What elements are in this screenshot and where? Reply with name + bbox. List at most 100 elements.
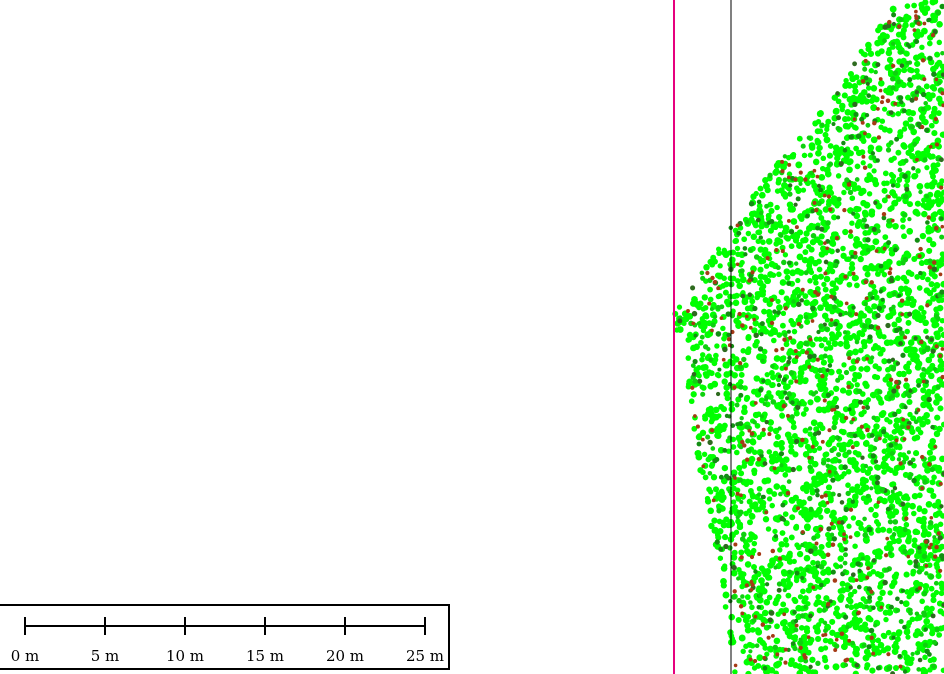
feature-point <box>929 515 934 520</box>
vegetation-point <box>812 120 819 127</box>
vegetation-point <box>837 524 844 532</box>
feature-point <box>753 614 758 619</box>
vegetation-point <box>889 189 896 196</box>
vegetation-point <box>872 238 880 246</box>
vegetation-point <box>922 319 929 327</box>
vegetation-point <box>889 481 895 488</box>
vegetation-point <box>928 113 935 120</box>
vegetation-point <box>717 263 723 269</box>
vegetation-point <box>925 225 932 232</box>
vegetation-point <box>796 550 804 558</box>
vegetation-point-dark <box>838 161 844 167</box>
point-cloud-layer <box>672 0 944 674</box>
vegetation-point <box>802 595 809 602</box>
vegetation-point <box>822 312 828 319</box>
vegetation-point-dark <box>788 183 793 188</box>
vegetation-point-dark <box>902 624 907 630</box>
vegetation-point <box>761 609 769 617</box>
vegetation-point <box>887 495 894 502</box>
vegetation-point <box>860 573 866 579</box>
vegetation-point <box>852 348 859 356</box>
vegetation-point <box>912 173 919 179</box>
vegetation-point <box>853 530 861 538</box>
feature-point <box>828 207 833 212</box>
vegetation-point <box>769 560 776 567</box>
vegetation-point-dark <box>881 428 887 435</box>
vegetation-point-dark <box>800 143 806 149</box>
vegetation-point <box>701 294 708 301</box>
vegetation-point-dark <box>823 628 828 634</box>
feature-point <box>934 344 939 349</box>
vegetation-point-dark <box>889 76 896 82</box>
vegetation-point-dark <box>903 158 909 164</box>
vegetation-point <box>854 282 860 289</box>
vegetation-point <box>925 531 932 538</box>
feature-point <box>772 466 777 471</box>
vegetation-point <box>902 600 910 607</box>
vegetation-point <box>729 479 736 486</box>
feature-point <box>882 246 887 251</box>
vegetation-point <box>841 446 847 453</box>
vegetation-point-dark <box>753 332 759 339</box>
vegetation-point <box>918 1 925 8</box>
vegetation-point <box>772 600 779 607</box>
map-viewport[interactable]: 0 m5 m 10 m 15 m 20 m 25 m <box>0 0 944 674</box>
vegetation-point <box>930 212 937 219</box>
vegetation-point <box>873 645 880 652</box>
vegetation-point <box>933 330 940 337</box>
vegetation-point-dark <box>735 515 740 520</box>
vegetation-point-dark <box>786 479 792 484</box>
vegetation-point-dark <box>833 643 840 649</box>
vegetation-point <box>882 170 889 177</box>
vegetation-point-dark <box>767 624 772 629</box>
feature-point <box>863 131 867 136</box>
vegetation-point <box>869 667 876 674</box>
vegetation-point <box>767 394 774 400</box>
vegetation-point <box>875 637 881 644</box>
vegetation-point-dark <box>926 396 932 403</box>
vegetation-point <box>747 519 753 526</box>
vegetation-point-dark <box>767 617 773 623</box>
vegetation-point <box>889 5 897 13</box>
vegetation-point-dark <box>759 321 765 327</box>
vegetation-point <box>926 96 933 102</box>
vegetation-point <box>720 325 726 332</box>
vegetation-point <box>866 191 873 197</box>
vegetation-point <box>874 571 881 577</box>
vegetation-point-dark <box>884 567 889 573</box>
feature-point <box>822 193 827 198</box>
feature-point <box>927 545 932 550</box>
vegetation-point <box>888 157 895 164</box>
vegetation-point <box>819 473 827 481</box>
vegetation-point <box>762 177 769 184</box>
vegetation-point <box>914 60 921 67</box>
feature-point <box>854 312 859 317</box>
vegetation-point <box>779 530 786 536</box>
vegetation-point-dark <box>886 358 892 364</box>
vegetation-point <box>816 599 823 606</box>
vegetation-point <box>811 311 818 318</box>
vegetation-point <box>691 296 698 303</box>
feature-point <box>695 424 700 429</box>
vegetation-point <box>703 313 710 320</box>
vegetation-point-dark <box>808 548 814 554</box>
vegetation-point-dark <box>825 463 831 469</box>
vegetation-point <box>796 176 804 183</box>
vegetation-point-dark <box>863 302 868 307</box>
vegetation-point <box>817 192 823 199</box>
vegetation-point-dark <box>793 618 799 624</box>
vegetation-point <box>904 287 910 293</box>
vegetation-point <box>841 189 847 196</box>
vegetation-point <box>750 193 757 200</box>
vegetation-point-dark <box>782 177 788 183</box>
vegetation-point <box>741 404 748 411</box>
vegetation-point <box>780 163 787 171</box>
vegetation-point <box>917 317 924 324</box>
vegetation-point <box>852 124 858 131</box>
vegetation-point <box>802 427 809 434</box>
vegetation-point-dark <box>921 348 927 354</box>
feature-point <box>767 432 772 437</box>
scale-bar-label: 15 m <box>246 647 284 665</box>
vegetation-point <box>878 411 886 418</box>
vegetation-point-dark <box>930 613 936 619</box>
